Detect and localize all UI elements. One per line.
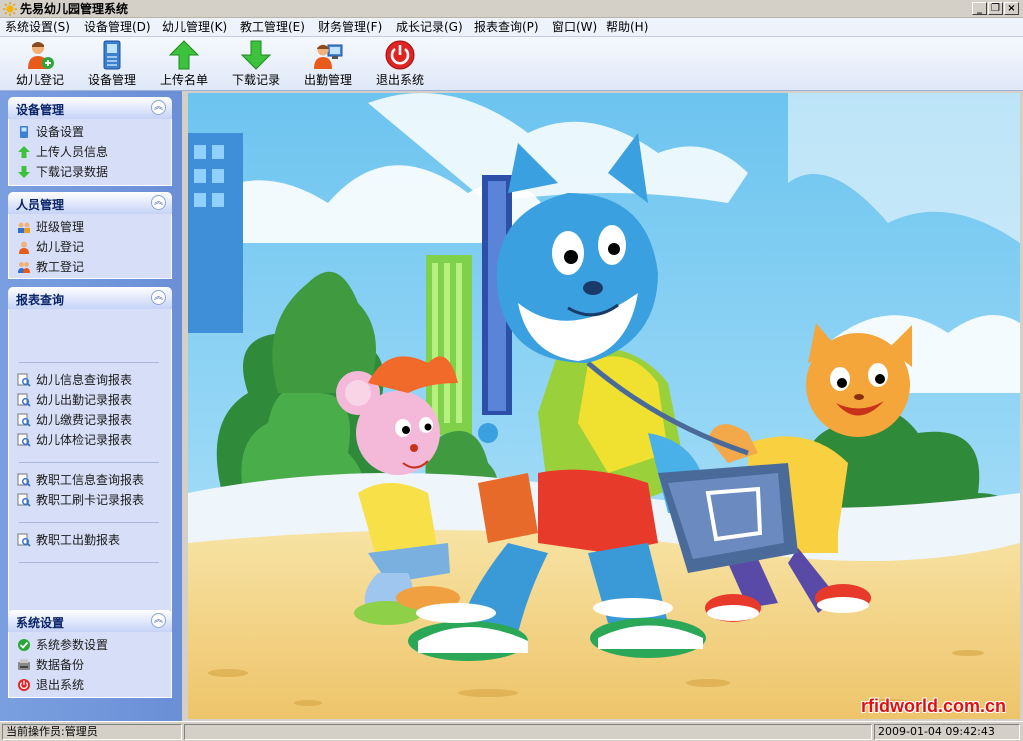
nav-section-reports: 报表查询 ︽ 幼儿信息查询报表 幼儿出勤记录报表 幼儿缴费记录报表 幼儿体检记录… — [8, 287, 172, 621]
toolbar-upload-list-button[interactable]: 上传名单 — [152, 39, 216, 89]
child-add-icon — [28, 42, 54, 69]
toolbar-download-records-button[interactable]: 下载记录 — [224, 39, 288, 89]
class-group-icon — [18, 222, 30, 233]
toolbar-child-register-button[interactable]: 幼儿登记 — [8, 39, 72, 89]
left-navigation-panel: 设备管理 ︽ 设备设置 上传人员信息 下载记录数据 人员管理 ︽ 班级管理 幼儿… — [0, 91, 182, 721]
collapse-chevron-icon[interactable]: ︽ — [151, 195, 166, 210]
download-arrow-icon — [240, 40, 272, 70]
toolbar-attendance-button[interactable]: 出勤管理 — [296, 39, 360, 89]
report-search-icon — [17, 533, 31, 547]
toolbar-device-management-button[interactable]: 设备管理 — [80, 39, 144, 89]
collapse-chevron-icon[interactable]: ︽ — [151, 290, 166, 305]
watermark-text: rfidworld.com.cn — [860, 696, 1006, 716]
checkmark-settings-icon — [18, 639, 30, 651]
toolbar-label: 出勤管理 — [303, 73, 352, 87]
device-settings-icon — [20, 126, 28, 138]
status-operator: 当前操作员:管理员 — [2, 724, 182, 740]
device-icon — [103, 40, 121, 70]
status-bar: 当前操作员:管理员 2009-01-04 09:42:43 — [0, 721, 1023, 741]
cartoon-background-illustration — [188, 93, 1020, 719]
nav-section-people: 人员管理 ︽ 班级管理 幼儿登记 教工登记 — [8, 192, 172, 279]
power-icon — [18, 679, 30, 691]
menu-help[interactable]: 帮助(H) — [606, 20, 648, 35]
menu-growth-records[interactable]: 成长记录(G) — [396, 20, 463, 35]
status-datetime: 2009-01-04 09:42:43 — [874, 724, 1020, 740]
menu-staff-management[interactable]: 教工管理(E) — [240, 20, 305, 35]
menu-system-settings[interactable]: 系统设置(S) — [5, 20, 70, 35]
backup-icon — [18, 659, 30, 670]
app-sun-icon — [3, 2, 17, 16]
main-content-area: rfidworld.com.cn — [188, 93, 1020, 719]
nav-section-header[interactable]: 系统设置 ︽ — [8, 610, 172, 632]
report-search-icon — [17, 493, 31, 507]
upload-arrow-icon — [18, 146, 30, 158]
report-search-icon — [17, 433, 31, 447]
nav-section-header[interactable]: 报表查询 ︽ — [8, 287, 172, 309]
collapse-chevron-icon[interactable]: ︽ — [151, 100, 166, 115]
menu-device-management[interactable]: 设备管理(D) — [84, 20, 151, 35]
minimize-button[interactable]: _ — [972, 2, 987, 15]
toolbar-exit-button[interactable]: 退出系统 — [368, 39, 432, 89]
nav-section-header[interactable]: 设备管理 ︽ — [8, 97, 172, 119]
menu-finance-management[interactable]: 财务管理(F) — [318, 20, 382, 35]
report-search-icon — [17, 473, 31, 487]
staff-icon — [18, 262, 30, 273]
power-icon — [385, 40, 415, 70]
report-search-icon — [17, 373, 31, 387]
attendance-icon — [314, 44, 343, 69]
nav-section-title: 设备管理 — [16, 103, 65, 117]
toolbar: 幼儿登记 设备管理 上传名单 下载记录 出勤管理 退出系统 — [0, 37, 1023, 91]
toolbar-label: 幼儿登记 — [15, 73, 64, 87]
title-bar: 先易幼儿园管理系统 _ ❐ × — [0, 0, 1023, 18]
collapse-chevron-icon[interactable]: ︽ — [151, 613, 166, 628]
menu-bar: 系统设置(S) 设备管理(D) 幼儿管理(K) 教工管理(E) 财务管理(F) … — [0, 18, 1023, 37]
toolbar-label: 退出系统 — [375, 73, 424, 87]
menu-child-management[interactable]: 幼儿管理(K) — [162, 20, 227, 35]
nav-section-header[interactable]: 人员管理 ︽ — [8, 192, 172, 214]
upload-arrow-icon — [168, 40, 200, 70]
nav-separator — [19, 462, 159, 463]
nav-separator — [19, 562, 159, 563]
nav-section-title: 人员管理 — [16, 198, 65, 212]
status-message-area — [184, 724, 872, 740]
nav-section-title: 报表查询 — [16, 293, 65, 307]
menu-report-query[interactable]: 报表查询(P) — [474, 20, 539, 35]
nav-section-title: 系统设置 — [16, 616, 65, 630]
restore-button[interactable]: ❐ — [988, 2, 1003, 15]
nav-separator — [19, 522, 159, 523]
download-arrow-icon — [18, 166, 30, 178]
toolbar-label: 上传名单 — [159, 73, 208, 87]
child-icon — [19, 241, 29, 254]
report-search-icon — [17, 393, 31, 407]
toolbar-label: 下载记录 — [231, 73, 280, 87]
nav-section-device: 设备管理 ︽ 设备设置 上传人员信息 下载记录数据 — [8, 97, 172, 186]
toolbar-label: 设备管理 — [87, 73, 136, 87]
nav-separator — [19, 362, 159, 363]
menu-window[interactable]: 窗口(W) — [552, 20, 597, 35]
nav-section-system: 系统设置 ︽ 系统参数设置 数据备份 退出系统 — [8, 610, 172, 698]
report-search-icon — [17, 413, 31, 427]
close-button[interactable]: × — [1004, 2, 1019, 15]
window-title: 先易幼儿园管理系统 — [20, 2, 129, 16]
